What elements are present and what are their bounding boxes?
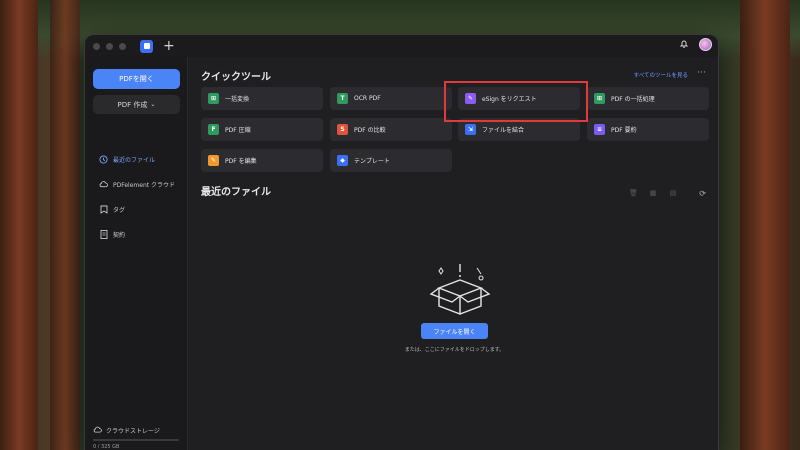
sidebar-item-label: タグ xyxy=(113,206,126,214)
template-icon: ◆ xyxy=(337,155,348,166)
create-pdf-label: PDF 作成 xyxy=(117,100,148,109)
user-avatar[interactable] xyxy=(699,38,712,51)
compare-icon: S xyxy=(337,124,348,135)
tool-label: テンプレート xyxy=(354,158,390,165)
sidebar-item-label: PDFelement クラウド xyxy=(113,181,176,189)
tool-templates[interactable]: ◆ テンプレート xyxy=(330,149,452,172)
open-pdf-button[interactable]: PDFを開く xyxy=(93,69,180,89)
grid-view-icon[interactable]: ▦ xyxy=(649,189,657,197)
tool-edit-pdf[interactable]: ✎ PDF を編集 xyxy=(201,149,323,172)
merge-icon: ⇲ xyxy=(465,124,476,135)
sidebar-item-tags[interactable]: タグ xyxy=(99,203,175,215)
minimize-window-button[interactable] xyxy=(106,42,113,50)
edit-icon: ✎ xyxy=(208,155,219,166)
app-window: + PDFを開く PDF 作成 ⌄ 最近のファイル PDFelement クラウ… xyxy=(84,34,719,450)
tool-label: PDF の一括処理 xyxy=(611,96,655,103)
summary-icon: ≡ xyxy=(594,124,605,135)
sidebar-item-label: 最近のファイル xyxy=(113,156,156,164)
sidebar-nav: 最近のファイル PDFelement クラウド タグ 契約 xyxy=(99,153,175,253)
storage-size: 0 / 325 GB xyxy=(93,444,120,450)
document-icon xyxy=(99,229,108,239)
notification-bell-icon[interactable] xyxy=(678,39,689,50)
sidebar: PDFを開く PDF 作成 ⌄ 最近のファイル PDFelement クラウド xyxy=(85,57,188,450)
storage-progress-bar xyxy=(93,439,179,441)
tool-label: PDF 圧縮 xyxy=(225,127,251,134)
sidebar-item-contracts[interactable]: 契約 xyxy=(99,228,175,240)
tool-label: OCR PDF xyxy=(354,95,381,102)
cloud-storage[interactable]: クラウドストレージ 0 / 325 GB xyxy=(93,426,183,450)
refresh-icon[interactable]: ⟳ xyxy=(699,189,706,198)
tool-label: PDF 要約 xyxy=(611,127,637,134)
tool-label: PDF を編集 xyxy=(225,158,257,165)
empty-state-box-icon xyxy=(425,260,495,324)
cloud-icon xyxy=(99,180,108,189)
batch-process-icon: ⊞ xyxy=(594,93,605,104)
chevron-down-icon: ⌄ xyxy=(150,101,156,108)
create-pdf-button[interactable]: PDF 作成 ⌄ xyxy=(93,95,180,114)
tool-label: ファイルを結合 xyxy=(482,127,525,134)
app-home-tab-icon[interactable] xyxy=(140,39,153,53)
clock-icon xyxy=(99,154,108,164)
drop-hint-text: または、ここにファイルをドロップします。 xyxy=(404,347,505,353)
tree-trunk-mid-left xyxy=(50,0,80,450)
maximize-window-button[interactable] xyxy=(119,42,126,50)
tool-label: PDF の比較 xyxy=(354,127,386,134)
sidebar-item-recent[interactable]: 最近のファイル xyxy=(99,153,175,165)
title-bar: + xyxy=(85,35,718,57)
storage-label: クラウドストレージ xyxy=(106,428,160,435)
highlight-annotation xyxy=(444,81,588,122)
see-all-tools-link[interactable]: すべてのツールを見る xyxy=(634,71,688,79)
tool-batch-convert[interactable]: ⊞ 一括変換 xyxy=(201,87,323,110)
tool-batch-process[interactable]: ⊞ PDF の一括処理 xyxy=(587,87,709,110)
tree-trunk-left xyxy=(0,0,38,450)
tree-trunk-right xyxy=(740,0,790,450)
trash-icon[interactable]: 🗑 xyxy=(629,189,638,197)
more-options-button[interactable]: ··· xyxy=(697,68,706,78)
batch-convert-icon: ⊞ xyxy=(208,93,219,104)
quick-tools-title: クイックツール xyxy=(201,72,271,83)
ocr-icon: T xyxy=(337,93,348,104)
storage-label-row: クラウドストレージ xyxy=(93,426,183,435)
recent-view-toolbar: 🗑 ▦ ▤ xyxy=(629,189,677,197)
titlebar-right xyxy=(678,38,712,51)
tool-pdf-summary[interactable]: ≡ PDF 要約 xyxy=(587,118,709,141)
tool-compare-pdf[interactable]: S PDF の比較 xyxy=(330,118,452,141)
tag-icon xyxy=(99,205,108,214)
tool-compress-pdf[interactable]: F PDF 圧縮 xyxy=(201,118,323,141)
new-tab-button[interactable]: + xyxy=(163,39,175,53)
recent-files-title: 最近のファイル xyxy=(201,187,271,198)
tool-ocr-pdf[interactable]: T OCR PDF xyxy=(330,87,452,110)
sidebar-item-label: 契約 xyxy=(113,231,126,239)
compress-icon: F xyxy=(208,124,219,135)
tool-label: 一括変換 xyxy=(225,96,250,103)
list-view-icon[interactable]: ▤ xyxy=(669,189,677,197)
close-window-button[interactable] xyxy=(93,42,100,50)
open-file-button[interactable]: ファイルを開く xyxy=(421,323,488,339)
cloud-icon xyxy=(93,426,102,435)
sidebar-item-cloud[interactable]: PDFelement クラウド xyxy=(99,178,175,190)
